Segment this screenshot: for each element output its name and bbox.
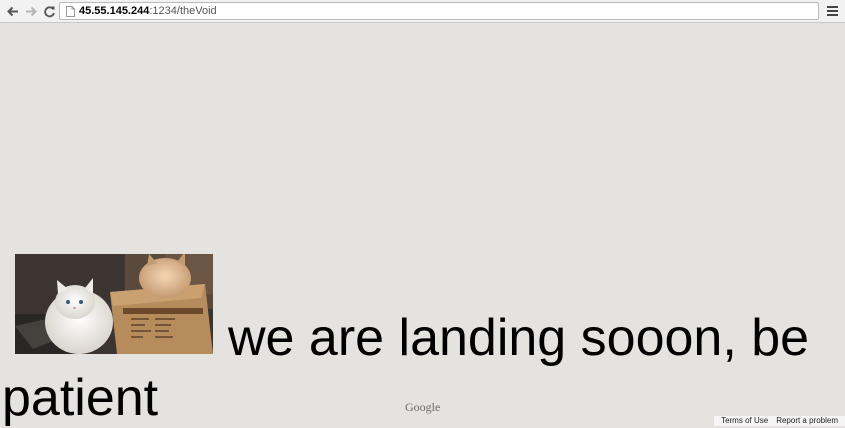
- map-attribution-links: Terms of Use Report a problem: [714, 416, 845, 426]
- url-text: 45.55.145.244:1234/theVoid: [79, 4, 217, 18]
- cats-in-box-image: [15, 254, 213, 354]
- reload-button[interactable]: [41, 3, 57, 19]
- menu-bar: [827, 14, 838, 16]
- landing-headline: we are landing sooon, be: [228, 309, 810, 367]
- url-path: :1234/theVoid: [149, 5, 217, 17]
- menu-bar: [827, 6, 838, 8]
- menu-bar: [827, 10, 838, 12]
- google-logo: Google: [405, 400, 441, 414]
- cat-photo: [15, 254, 213, 354]
- url-host: 45.55.145.244: [79, 5, 150, 17]
- arrow-right-icon: [25, 6, 37, 16]
- forward-button[interactable]: [23, 3, 39, 19]
- chrome-menu-button[interactable]: [826, 4, 840, 18]
- landing-headline-continued: patient: [2, 369, 159, 427]
- address-bar[interactable]: 45.55.145.244:1234/theVoid: [59, 2, 819, 20]
- report-problem-link[interactable]: Report a problem: [776, 416, 838, 426]
- reload-icon: [43, 5, 55, 17]
- page-icon: [66, 6, 75, 17]
- browser-toolbar: 45.55.145.244:1234/theVoid: [0, 0, 845, 23]
- back-button[interactable]: [4, 3, 20, 19]
- arrow-left-icon: [6, 6, 18, 16]
- terms-of-use-link[interactable]: Terms of Use: [721, 416, 768, 426]
